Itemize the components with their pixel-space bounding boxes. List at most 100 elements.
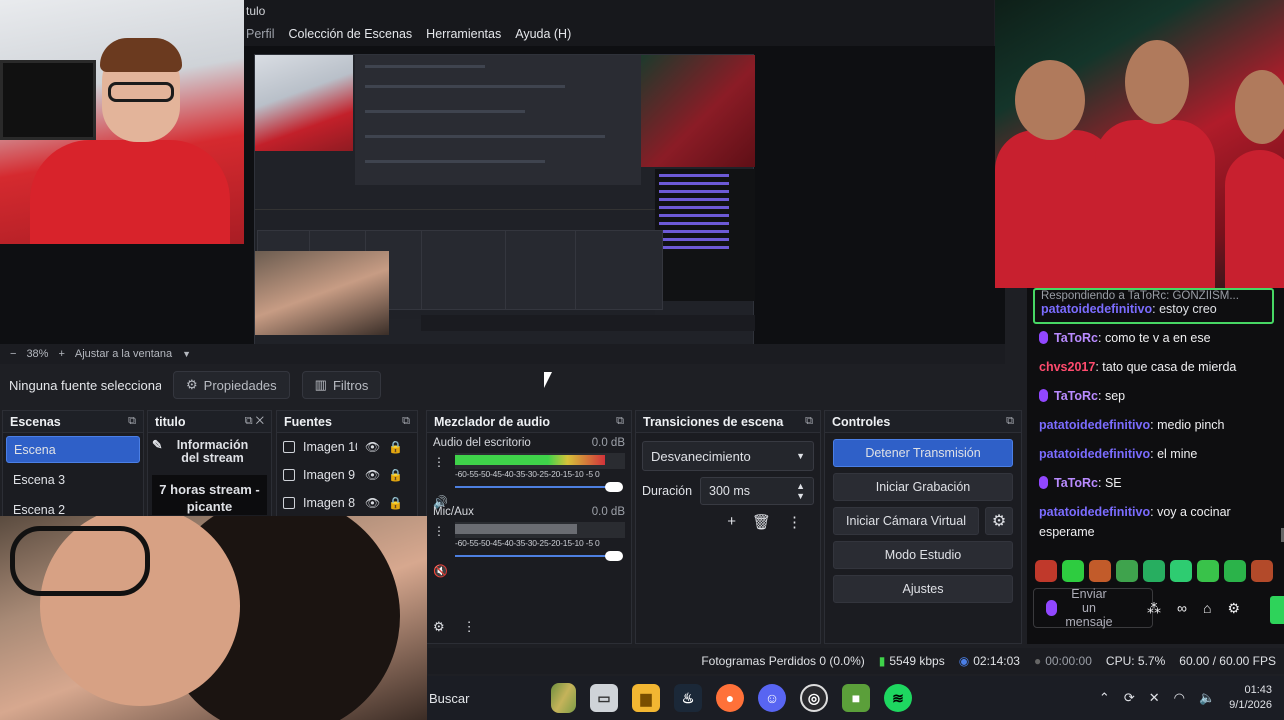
transitions-dock: Transiciones de escena ⧉ Desvanecimiento… [635,410,821,644]
zoom-out-button[interactable]: − [10,348,16,360]
chat-tools: ⁂ ∞ ⌂ ⚙ [1147,600,1240,617]
emote-icon[interactable] [1116,560,1138,582]
steam-icon[interactable]: ♨ [674,684,702,712]
add-icon[interactable]: + [727,513,736,531]
obs-icon[interactable]: ◎ [800,684,828,712]
undock-icon[interactable]: ⧉ [245,415,253,427]
kebab-menu-icon[interactable]: ⋮ [463,619,476,635]
emote-icon[interactable] [1035,560,1057,582]
channel-db: 0.0 dB [591,506,625,518]
start-virtual-camera-button[interactable]: Iniciar Cámara Virtual [833,507,979,535]
chevron-down-icon[interactable]: ▼ [182,349,191,359]
emote-icon[interactable] [1089,560,1111,582]
volume-slider[interactable] [455,551,625,561]
trash-icon[interactable]: 🗑 [752,513,771,531]
chat-username[interactable]: TaToRc [1054,389,1098,403]
duration-value: 300 ms [709,484,751,498]
wifi-icon[interactable]: ◠ [1174,690,1185,706]
chat-username[interactable]: TaToRc [1054,331,1098,345]
chat-username[interactable]: chvs2017 [1039,360,1095,374]
lock-icon[interactable]: 🔒 [388,468,403,482]
window-title: tulo [244,0,994,22]
fit-window-label[interactable]: Ajustar a la ventana [75,348,172,360]
chevron-up-icon[interactable]: ⌃ [1099,690,1110,706]
emote-icon[interactable] [1224,560,1246,582]
search-box[interactable]: Buscar [426,681,576,715]
chat-username[interactable]: patatoidedefinitivo [1039,447,1150,461]
menu-coleccion-escenas[interactable]: Colección de Escenas [288,27,412,41]
zoom-in-button[interactable]: + [58,348,64,360]
filters-button[interactable]: ▥ Filtros [301,371,382,399]
chat-username[interactable]: patatoidedefinitivo [1039,418,1150,432]
duration-spinbox[interactable]: 300 ms ▲ ▼ [700,477,814,505]
scene-item[interactable]: Escena [6,436,140,463]
start-recording-button[interactable]: Iniciar Grabación [833,473,1013,501]
facecam-overlay [0,516,427,720]
advanced-audio-icon[interactable]: ⚙ [433,619,445,635]
minecraft-icon[interactable]: ■ [842,684,870,712]
kebab-menu-icon[interactable]: ⋮ [433,455,445,469]
muted-speaker-icon[interactable]: 🔇 [433,564,448,578]
undock-icon[interactable]: ⧉ [1006,415,1014,428]
emote-icon[interactable] [1197,560,1219,582]
bluetooth-off-icon[interactable]: ✕ [1149,690,1160,706]
close-icon[interactable]: ✕ [256,415,264,427]
link-icon[interactable]: ∞ [1177,600,1187,617]
eye-icon[interactable]: 👁 [365,496,380,510]
pencil-icon[interactable]: ✎ [152,439,162,465]
reply-bubble: Respondiendo a TaToRc: GONZIISM... patat… [1033,288,1274,324]
menu-ayuda[interactable]: Ayuda (H) [515,27,571,41]
source-item[interactable]: Imagen 10 👁 🔒 [277,433,417,461]
bitrate: 5549 kbps [889,654,945,668]
menu-herramientas[interactable]: Herramientas [426,27,501,41]
emote-icon[interactable] [1143,560,1165,582]
duration-label: Duración [642,484,693,498]
windows-taskbar: Buscar ▭ ▆ ♨ ● ☺ ◎ ■ ≋ ⌃ ⟳ ✕ ◠ 🔈 01:43 9… [420,676,1284,720]
spin-arrows-icon[interactable]: ▲ ▼ [796,481,805,501]
properties-button[interactable]: ⚙ Propiedades [173,371,290,399]
discord-icon[interactable]: ☺ [758,684,786,712]
undock-icon[interactable]: ⧉ [402,415,410,428]
mic-icon[interactable] [1046,600,1057,616]
file-explorer-icon[interactable]: ▭ [590,684,618,712]
scene-item[interactable]: Escena 3 [6,466,140,493]
stop-streaming-button[interactable]: Detener Transmisión [833,439,1013,467]
studio-mode-button[interactable]: Modo Estudio [833,541,1013,569]
eye-icon[interactable]: 👁 [365,468,380,482]
lock-icon[interactable]: 🔒 [388,496,403,510]
undock-icon[interactable]: ⧉ [805,415,813,428]
source-item[interactable]: Imagen 9 👁 🔒 [277,461,417,489]
eye-icon[interactable]: 👁 [365,440,380,454]
gear-icon[interactable]: ⚙ [985,507,1013,535]
folder-icon[interactable]: ▆ [632,684,660,712]
emote-icon[interactable] [1062,560,1084,582]
kebab-menu-icon[interactable]: ⋮ [787,513,802,531]
menu-perfil[interactable]: Perfil [246,27,274,41]
transition-select[interactable]: Desvanecimiento ▼ [642,441,814,471]
chat-username[interactable]: patatoidedefinitivo [1041,302,1152,316]
chat-username[interactable]: TaToRc [1054,476,1098,490]
undock-icon[interactable]: ⧉ [128,415,136,428]
nested-preview-capture [254,54,755,382]
emote-icon[interactable] [1170,560,1192,582]
emote-picker-icon[interactable]: ⁂ [1147,600,1161,617]
spotify-icon[interactable]: ≋ [884,684,912,712]
clock[interactable]: 01:43 9/1/2026 [1229,683,1272,713]
source-item[interactable]: Imagen 8 👁 🔒 [277,489,417,517]
emote-icon[interactable] [1251,560,1273,582]
chat-username[interactable]: patatoidedefinitivo [1039,505,1150,519]
gear-icon[interactable]: ⚙ [1227,600,1240,617]
lock-icon[interactable]: 🔒 [388,440,403,454]
nested-facecam [255,251,389,335]
volume-slider[interactable] [455,482,625,492]
send-button[interactable] [1270,596,1284,624]
chat-input[interactable]: Enviar un mensaje [1033,587,1153,629]
settings-button[interactable]: Ajustes [833,575,1013,603]
store-icon[interactable]: ⌂ [1203,600,1211,617]
kebab-menu-icon[interactable]: ⋮ [433,524,445,538]
volume-icon[interactable]: 🔈 [1199,690,1215,706]
zoom-bar: − 38% + Ajustar a la ventana ▼ [0,344,1005,364]
undock-icon[interactable]: ⧉ [616,415,624,428]
firefox-icon[interactable]: ● [716,684,744,712]
sync-icon[interactable]: ⟳ [1124,690,1135,706]
